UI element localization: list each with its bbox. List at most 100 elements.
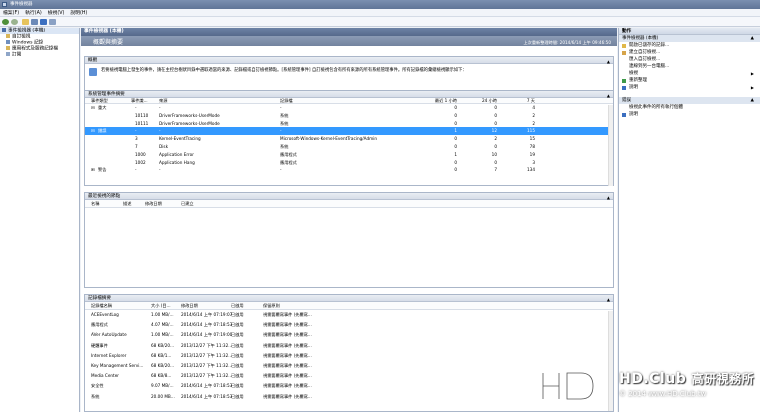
cell-date: 2013/12/27 下午 11:32...	[181, 362, 233, 368]
actions-group-error[interactable]: 錯誤 ▲	[619, 97, 760, 104]
cell-id: 1002	[135, 159, 146, 165]
table-row[interactable]: 7 Disk 系統 0 0 78	[85, 143, 613, 151]
recent-section: 最近檢視的節點 ▲ 名稱 描述 修改日期 已建立	[84, 192, 614, 288]
column-header[interactable]: 大小 (目...	[151, 302, 171, 310]
table-row[interactable]: Internet Explorer 68 KB/1... 2013/12/27 …	[85, 351, 613, 361]
row-expander[interactable]: ⊞	[91, 166, 95, 174]
cell-1h: 1	[454, 128, 457, 134]
grid-icon[interactable]	[31, 19, 38, 25]
cell-policy: 視需要覆寫事件 (先覆寫...	[263, 342, 312, 348]
cell-1h: 0	[454, 159, 457, 165]
action-item[interactable]: 開啟已儲存的記錄...	[619, 42, 760, 49]
action-item[interactable]: 連線到另一台電腦...	[619, 63, 760, 70]
cell-size: 68 KB/20...	[151, 342, 175, 348]
back-icon[interactable]	[2, 19, 9, 25]
action-label: 檢視此事件的所有執行個體	[629, 105, 683, 110]
table-row[interactable]: ⊟ 重大 - - - 0 0 4	[85, 104, 613, 112]
cell-source: Kernel-EventTracing	[159, 136, 201, 142]
action-item[interactable]: 檢視 ▶	[619, 70, 760, 77]
app-icon	[2, 2, 7, 7]
collapse-icon[interactable]: ▲	[751, 35, 754, 42]
action-item[interactable]: 匯入自訂檢視...	[619, 56, 760, 63]
cell-log: 系統	[280, 143, 289, 149]
cell-enabled: 已啟用	[231, 383, 244, 389]
action-item[interactable]: 說明	[619, 111, 760, 118]
column-header[interactable]: 修改日期	[145, 200, 162, 208]
center-pane: 事件檢視器 (本機) 概觀與摘要 上次重新整理時間: 2014/6/14 上午 …	[81, 28, 617, 412]
table-row[interactable]: ⊞ 警告 - - - 0 7 134	[85, 166, 613, 174]
hd-logo-icon	[541, 371, 595, 401]
cell-1h: 1	[454, 151, 457, 157]
cell-source: -	[159, 128, 161, 134]
column-header[interactable]: 名稱	[91, 200, 99, 208]
cell-log: 應用程式	[280, 151, 297, 157]
action-item[interactable]: 重新整理	[619, 77, 760, 84]
cell-name: Key Management Servi...	[91, 362, 144, 368]
cell-policy: 視需要覆寫事件 (先覆寫...	[263, 312, 312, 317]
cell-7d: 134	[527, 167, 535, 173]
cell-24h: 0	[494, 112, 497, 118]
forward-icon[interactable]	[11, 19, 18, 25]
table-row[interactable]: 系統 20.00 MB... 2014/6/14 上午 07:18:53 已啟用…	[85, 392, 613, 402]
table-row[interactable]: ACEEventLog 1.00 MB/... 2014/6/14 上午 07:…	[85, 310, 613, 320]
action-item[interactable]: 建立自訂檢視...	[619, 49, 760, 56]
action-item[interactable]: 檢視此事件的所有執行個體	[619, 104, 760, 111]
row-expander[interactable]: ⊟	[91, 104, 95, 112]
tree-node-icon	[6, 46, 10, 50]
logsummary-grid-header: 記錄檔名稱 大小 (目... 修改日期 已啟用 保留原則	[85, 302, 613, 310]
overview-header[interactable]: 概觀 ▲	[85, 57, 613, 64]
summary-section: 系統管理事件摘要 ▲ 事件類型 事件識... 來源 記錄檔 最近 1 小時 24 小時 7 天…	[84, 90, 614, 186]
column-header[interactable]: 記錄檔名稱	[91, 302, 112, 310]
action-item[interactable]: 說明 ▶	[619, 84, 760, 91]
table-row[interactable]: 1000 Application Error 應用程式 1 10 19	[85, 151, 613, 159]
table-row[interactable]: Key Management Servi... 68 KB/20... 2013…	[85, 361, 613, 371]
cell-size: 68 KB/20...	[151, 362, 175, 368]
table-row[interactable]: 應用程式 4.07 MB/... 2014/6/14 上午 07:18:53 已…	[85, 320, 613, 330]
table-row[interactable]: Media Center 68 KB/8... 2013/12/27 下午 11…	[85, 371, 613, 381]
table-row[interactable]: 10111 DriverFrameworks-UserMode 系統 0 0 2	[85, 120, 613, 128]
column-header[interactable]: 已建立	[181, 200, 194, 208]
cell-source: -	[159, 105, 161, 110]
cell-policy: 視需要覆寫事件 (先覆寫...	[263, 322, 312, 328]
cell-id: -	[135, 105, 137, 110]
refresh-icon	[622, 78, 626, 83]
cell-policy: 視需要覆寫事件 (先覆寫...	[263, 383, 312, 389]
table-row[interactable]: 1002 Application Hang 應用程式 0 0 3	[85, 159, 613, 167]
cell-size: 1.00 MB/...	[151, 312, 174, 317]
cell-policy: 視需要覆寫事件 (先覆寫...	[263, 352, 312, 358]
panel-icon[interactable]	[49, 19, 56, 25]
tree-node-label: 事件檢視器 (本機)	[8, 28, 46, 34]
cell-id: -	[135, 167, 137, 173]
collapse-icon[interactable]: ▲	[751, 97, 754, 104]
row-expander[interactable]: ⊟	[91, 127, 95, 135]
table-row[interactable]: ⊟ 錯誤 - - - 1 12 115	[85, 127, 613, 136]
overview-text: 若要檢視電腦上發生的事件，請在主控台樹狀目錄中選取適當的來源、記錄檔或自訂檢視節…	[101, 68, 467, 73]
cell-24h: 0	[494, 120, 497, 126]
table-row[interactable]: 安全性 9.07 MB/... 2014/6/14 上午 07:18:53 已啟…	[85, 381, 613, 391]
cell-name: 硬體事件	[91, 342, 108, 348]
tree-node-icon	[6, 34, 10, 38]
table-row[interactable]: 10110 DriverFrameworks-UserMode 系統 0 0 2	[85, 112, 613, 120]
summary-header[interactable]: 系統管理事件摘要 ▲	[85, 91, 613, 98]
cell-7d: 2	[532, 112, 535, 118]
table-row[interactable]: 3 Kernel-EventTracing Microsoft-Windows-…	[85, 135, 613, 143]
tree-node[interactable]: 訂閱	[0, 52, 79, 58]
recent-grid-header: 名稱 描述 修改日期 已建立	[85, 200, 613, 208]
cell-log: -	[280, 167, 282, 173]
folder-icon[interactable]	[22, 19, 29, 25]
help-icon[interactable]	[40, 19, 47, 25]
cell-name: 安全性	[91, 383, 104, 389]
table-row[interactable]: 硬體事件 68 KB/20... 2013/12/27 下午 11:32... …	[85, 341, 613, 351]
column-header[interactable]: 保留原則	[263, 302, 280, 310]
recent-header[interactable]: 最近檢視的節點 ▲	[85, 193, 613, 200]
column-header[interactable]: 描述	[123, 200, 131, 208]
table-row[interactable]: AVer AutoUpdate 1.00 MB/... 2014/6/14 上午…	[85, 330, 613, 340]
cell-date: 2014/6/14 上午 07:19:07	[181, 312, 233, 317]
logsummary-header[interactable]: 記錄檔摘要 ▲	[85, 295, 613, 302]
column-header[interactable]: 修改日期	[181, 302, 198, 310]
center-subtitle-bar: 概觀與摘要 上次重新整理時間: 2014/6/14 上午 09:46:50	[81, 36, 617, 46]
column-header[interactable]: 已啟用	[231, 302, 244, 310]
actions-group-local[interactable]: 事件檢視器 (本機) ▲	[619, 35, 760, 42]
tree-node-icon	[6, 40, 10, 44]
summary-scrollbar[interactable]	[608, 105, 613, 186]
